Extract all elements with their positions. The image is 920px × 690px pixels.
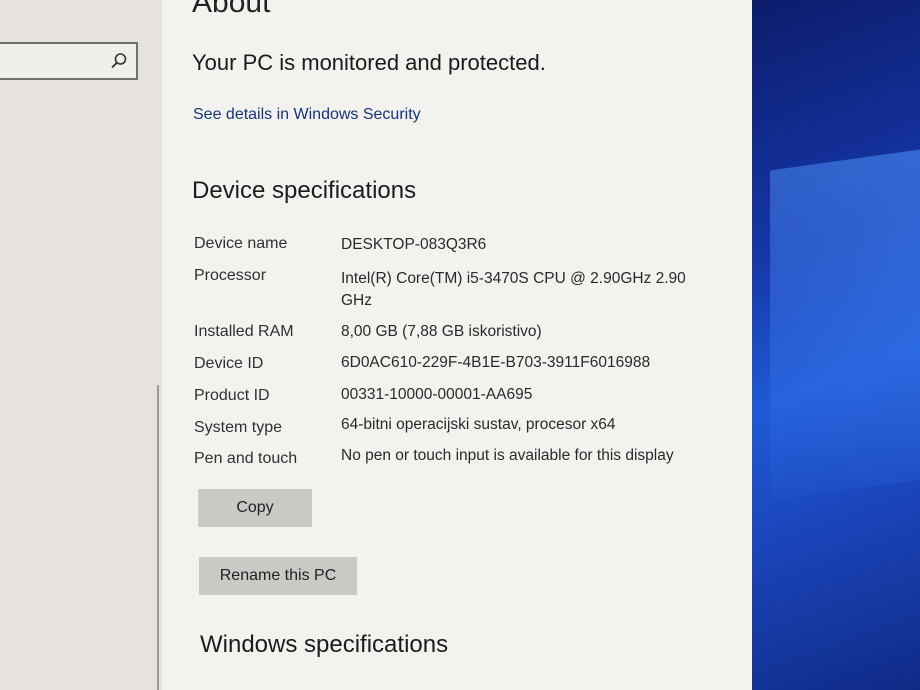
spec-value-device-id: 6D0AC610-229F-4B1E-B703-3911F6016988	[341, 354, 651, 371]
spec-value-product-id: 00331-10000-00001-AA695	[341, 386, 533, 403]
spec-value-device-name: DESKTOP-083Q3R6	[341, 236, 487, 253]
spec-label-processor: Processor	[194, 267, 267, 284]
wallpaper-light-beam	[770, 149, 920, 501]
spec-label-installed-ram: Installed RAM	[194, 323, 294, 340]
spec-value-pen-and-touch: No pen or touch input is available for t…	[341, 447, 674, 464]
device-specifications-heading: Device specifications	[192, 177, 417, 204]
settings-nav-pane	[0, 0, 162, 690]
spec-label-product-id: Product ID	[194, 387, 270, 404]
spec-value-processor: Intel(R) Core(TM) i5-3470S CPU @ 2.90GHz…	[341, 270, 686, 309]
settings-search-box[interactable]	[0, 42, 138, 80]
spec-label-device-id: Device ID	[194, 355, 264, 372]
rename-pc-button[interactable]: Rename this PC	[199, 557, 357, 595]
copy-button[interactable]: Copy	[198, 489, 312, 527]
nav-scrollbar[interactable]	[157, 385, 159, 690]
spec-label-pen-and-touch: Pen and touch	[194, 450, 298, 467]
page-title: About	[192, 0, 271, 19]
about-page: About Your PC is monitored and protected…	[162, 0, 752, 690]
security-status: Your PC is monitored and protected.	[192, 50, 546, 75]
spec-label-system-type: System type	[194, 419, 283, 436]
windows-security-link[interactable]: See details in Windows Security	[193, 106, 421, 124]
spec-value-installed-ram: 8,00 GB (7,88 GB iskoristivo)	[341, 323, 542, 340]
spec-label-device-name: Device name	[194, 235, 288, 252]
spec-value-system-type: 64-bitni operacijski sustav, procesor x6…	[341, 416, 616, 433]
windows-specifications-heading: Windows specifications	[200, 631, 449, 658]
search-icon[interactable]	[110, 52, 128, 70]
